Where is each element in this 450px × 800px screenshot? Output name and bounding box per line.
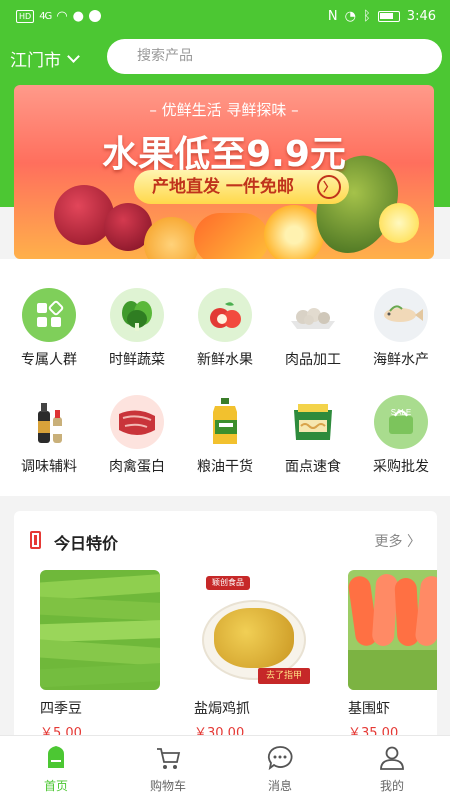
noodle-icon: [286, 395, 340, 449]
category-grid: 专属人群 时鲜蔬菜 新鲜水果 肉品加工 海鲜水产 调味辅料 肉禽蛋白 粮油干货 …: [0, 259, 450, 496]
tab-home[interactable]: 首页: [0, 736, 112, 800]
category-item[interactable]: SALE 采购批发: [356, 395, 446, 476]
orange-slice-image: [264, 205, 324, 259]
banner-subtitle: – 优鲜生活 寻鲜探味 –: [149, 101, 299, 119]
category-label: 调味辅料: [21, 459, 77, 475]
tab-label: 购物车: [149, 779, 186, 793]
hd-badge: HD: [16, 9, 35, 23]
deals-card: 今日特价 更多 〉 四季豆 ￥5.00 颖创食品 去了指甲 盐焗鸡抓 ￥30.0…: [14, 511, 437, 751]
search-input[interactable]: 搜索产品: [107, 39, 442, 74]
lemon-image: [379, 203, 419, 243]
product-image-chicken-feet: 颖创食品 去了指甲: [194, 570, 314, 690]
category-label: 时鲜蔬菜: [109, 352, 165, 368]
promo-banner[interactable]: – 优鲜生活 寻鲜探味 – 水果低至9.9元 产地直发 一件免邮 〉: [14, 85, 434, 259]
more-link[interactable]: 更多 〉: [375, 531, 421, 551]
apple-icon: [198, 288, 252, 342]
orange-image: [144, 217, 199, 259]
signal-icon: 4G: [39, 10, 52, 22]
tab-label: 首页: [43, 779, 68, 793]
product-card[interactable]: 颖创食品 去了指甲 盐焗鸡抓 ￥30.00: [194, 570, 314, 741]
category-item[interactable]: 新鲜水果: [180, 288, 270, 369]
nfc-icon: N: [327, 8, 338, 24]
deals-header: 今日特价 更多 〉: [14, 511, 437, 569]
bottom-tab-bar: 首页 购物车 消息 我的: [0, 735, 450, 800]
product-name: 盐焗鸡抓: [194, 701, 250, 717]
category-label: 粮油干货: [197, 459, 253, 475]
tab-messages[interactable]: 消息: [224, 736, 336, 800]
svg-text:SALE: SALE: [391, 408, 411, 417]
tab-cart[interactable]: 购物车: [112, 736, 224, 800]
meat-icon: [110, 395, 164, 449]
banner-cta-button[interactable]: 产地直发 一件免邮 〉: [134, 170, 349, 204]
city-selector[interactable]: 江门市: [10, 46, 80, 71]
product-image-shrimp: [348, 570, 437, 690]
category-item[interactable]: 调味辅料: [4, 395, 94, 476]
sale-icon: SALE: [374, 395, 428, 449]
fish-icon: [374, 288, 428, 342]
alarm-icon: ◔: [344, 8, 356, 24]
deals-title: 今日特价: [54, 534, 119, 553]
battery-icon: [377, 10, 400, 22]
vegetable-icon: [110, 288, 164, 342]
home-icon: [43, 745, 69, 771]
category-label: 海鲜水产: [373, 352, 429, 368]
tab-profile[interactable]: 我的: [336, 736, 448, 800]
banner-cta-label: 产地直发 一件免邮: [152, 177, 294, 197]
brand-label: 颖创食品: [206, 576, 250, 590]
message-notification-icon: ●: [72, 8, 84, 24]
city-label: 江门市: [10, 51, 61, 71]
category-item[interactable]: 面点速食: [268, 395, 358, 476]
product-name: 基围虾: [348, 701, 390, 717]
category-label: 肉品加工: [285, 352, 341, 368]
sauce-icon: [22, 395, 76, 449]
bluetooth-icon: ᛒ: [362, 8, 371, 24]
category-item[interactable]: 时鲜蔬菜: [92, 288, 182, 369]
user-icon: [379, 745, 405, 771]
clock-time: 3:46: [406, 8, 436, 24]
arrow-right-icon: 〉: [317, 175, 341, 199]
mango-image: [194, 213, 269, 259]
product-name: 四季豆: [40, 701, 82, 717]
deal-tag-icon: [30, 531, 41, 549]
product-tag: 去了指甲: [258, 668, 310, 684]
chevron-down-icon: [67, 49, 80, 63]
wifi-icon: ◠: [56, 8, 68, 24]
category-label: 采购批发: [373, 459, 429, 475]
meatball-icon: [286, 288, 340, 342]
grid-icon: [22, 288, 76, 342]
category-label: 肉禽蛋白: [109, 459, 165, 475]
tab-label: 我的: [379, 779, 404, 793]
product-card[interactable]: 四季豆 ￥5.00: [40, 570, 160, 741]
app-notification-icon: [89, 10, 101, 22]
category-item[interactable]: 肉品加工: [268, 288, 358, 369]
chat-bubble-icon: [267, 745, 293, 771]
product-image-green-beans: [40, 570, 160, 690]
cart-icon: [155, 745, 181, 771]
header: 江门市 搜索产品: [0, 32, 450, 87]
category-item[interactable]: 海鲜水产: [356, 288, 446, 369]
tab-label: 消息: [267, 779, 292, 793]
category-label: 专属人群: [21, 352, 77, 368]
category-label: 面点速食: [285, 459, 341, 475]
category-label: 新鲜水果: [197, 352, 253, 368]
product-card[interactable]: 基围虾 ￥35.00: [348, 570, 437, 741]
oil-icon: [198, 395, 252, 449]
status-bar: HD 4G ◠ ● N ◔ ᛒ 3:46: [0, 0, 450, 32]
category-item[interactable]: 粮油干货: [180, 395, 270, 476]
category-item[interactable]: 专属人群: [4, 288, 94, 369]
category-item[interactable]: 肉禽蛋白: [92, 395, 182, 476]
